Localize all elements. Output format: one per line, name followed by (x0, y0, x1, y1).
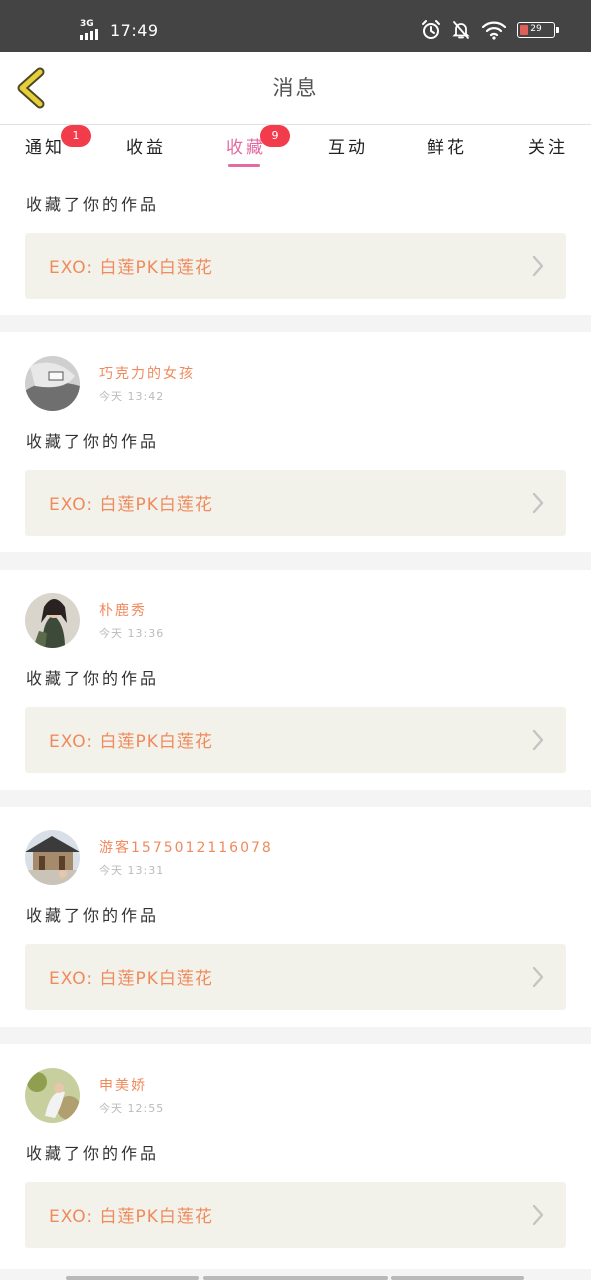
tab-label: 通知 (25, 138, 65, 158)
timestamp: 今天 13:31 (99, 864, 165, 877)
tab-label: 收藏 (226, 138, 266, 158)
chevron-right-icon (532, 492, 544, 514)
message-text: 收藏了你的作品 (26, 195, 160, 214)
avatar[interactable] (25, 593, 80, 648)
username[interactable]: 朴鹿秀 (99, 600, 147, 620)
battery-icon: 29 (517, 22, 559, 38)
work-link[interactable]: EXO: 白莲PK白莲花 (25, 233, 566, 299)
message-card: 巧克力的女孩 今天 13:42 收藏了你的作品 EXO: 白莲PK白莲花 (0, 332, 591, 552)
active-tab-indicator (228, 164, 260, 167)
mute-bell-icon (452, 21, 470, 39)
work-title: EXO: 白莲PK白莲花 (49, 495, 213, 515)
avatar-image (25, 356, 80, 411)
network-type: 3G (80, 19, 94, 29)
unread-badge: 9 (260, 125, 290, 147)
work-title: EXO: 白莲PK白莲花 (49, 732, 213, 752)
message-card: 申美娇 今天 12:55 收藏了你的作品 EXO: 白莲PK白莲花 (0, 1044, 591, 1269)
system-nav-bar (391, 1276, 524, 1280)
timestamp: 今天 12:55 (99, 1102, 165, 1115)
timestamp: 今天 13:36 (99, 627, 165, 640)
avatar-image (25, 1068, 80, 1123)
tab-label: 互动 (328, 138, 368, 158)
message-card: 游客1575012116078 今天 13:31 收藏了你的作品 EXO: 白莲… (0, 807, 591, 1027)
tab-bar: 通知 1 收益 收藏 9 互动 鲜花 关注 (0, 125, 591, 180)
signal-icon: 3G (80, 18, 104, 42)
avatar[interactable] (25, 830, 80, 885)
unread-badge: 1 (61, 125, 91, 147)
tab-interactions[interactable]: 互动 (328, 133, 368, 158)
tab-label: 关注 (528, 138, 568, 158)
clock: 17:49 (110, 20, 159, 40)
work-title: EXO: 白莲PK白莲花 (49, 1207, 213, 1227)
wifi-icon (481, 21, 507, 40)
tab-label: 收益 (126, 138, 166, 158)
message-card: 收藏了你的作品 EXO: 白莲PK白莲花 (0, 180, 591, 315)
work-link[interactable]: EXO: 白莲PK白莲花 (25, 707, 566, 773)
avatar[interactable] (25, 1068, 80, 1123)
avatar-image (25, 593, 80, 648)
chevron-right-icon (532, 966, 544, 988)
message-text: 收藏了你的作品 (26, 1144, 160, 1163)
battery-level: 29 (530, 24, 542, 34)
work-title: EXO: 白莲PK白莲花 (49, 969, 213, 989)
username[interactable]: 申美娇 (99, 1075, 147, 1095)
message-text: 收藏了你的作品 (26, 906, 160, 925)
chevron-right-icon (532, 729, 544, 751)
message-text: 收藏了你的作品 (26, 432, 160, 451)
system-nav-bar (203, 1276, 388, 1280)
tab-favorites[interactable]: 收藏 9 (226, 125, 290, 158)
tab-earnings[interactable]: 收益 (126, 133, 166, 158)
avatar[interactable] (25, 356, 80, 411)
work-title: EXO: 白莲PK白莲花 (49, 258, 213, 278)
tab-following[interactable]: 关注 (528, 133, 568, 158)
tab-label: 鲜花 (427, 138, 467, 158)
tab-flowers[interactable]: 鲜花 (427, 133, 467, 158)
alarm-icon (422, 20, 440, 39)
work-link[interactable]: EXO: 白莲PK白莲花 (25, 944, 566, 1010)
app-header: 消息 (0, 52, 591, 125)
work-link[interactable]: EXO: 白莲PK白莲花 (25, 470, 566, 536)
avatar-image (25, 830, 80, 885)
page-title: 消息 (272, 76, 319, 100)
tab-notifications[interactable]: 通知 1 (25, 125, 91, 158)
message-text: 收藏了你的作品 (26, 669, 160, 688)
chevron-right-icon (532, 255, 544, 277)
work-link[interactable]: EXO: 白莲PK白莲花 (25, 1182, 566, 1248)
username[interactable]: 巧克力的女孩 (99, 363, 195, 383)
timestamp: 今天 13:42 (99, 390, 165, 403)
message-card: 朴鹿秀 今天 13:36 收藏了你的作品 EXO: 白莲PK白莲花 (0, 570, 591, 790)
chevron-right-icon (532, 1204, 544, 1226)
status-bar: 3G 17:49 29 (0, 0, 591, 52)
system-nav-bar (66, 1276, 199, 1280)
username[interactable]: 游客1575012116078 (99, 837, 273, 857)
